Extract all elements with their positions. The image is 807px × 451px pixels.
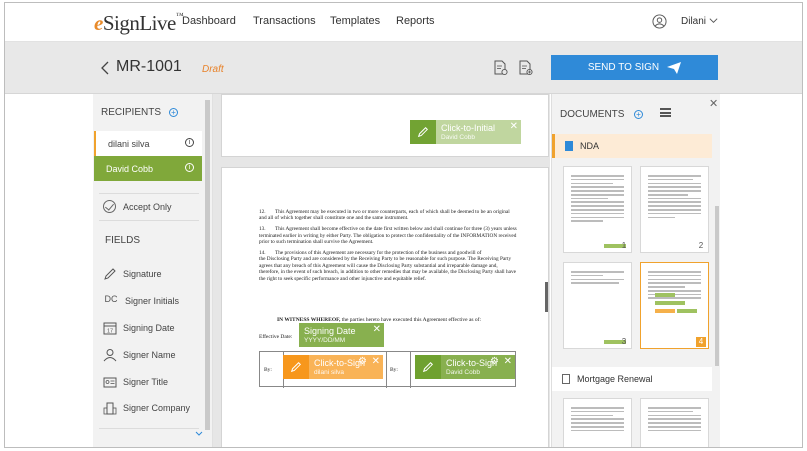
field-signature[interactable]: Signature — [103, 266, 162, 282]
fields-heading: FIELDS — [105, 235, 141, 246]
field-signer-title[interactable]: Signer Title — [103, 374, 168, 390]
agreement-text: 12. This Agreement may be executed in two… — [259, 209, 517, 282]
page-thumbnail-selected[interactable]: 4 — [640, 262, 709, 349]
status-badge: Draft — [202, 64, 224, 75]
documents-panel: ✕ DOCUMENTS + NDA 1 2 3 4 Mortgage Renew… — [551, 94, 720, 447]
canvas-scrollbar[interactable] — [545, 282, 548, 312]
document-page: 12. This Agreement may be executed in two… — [221, 167, 549, 447]
user-avatar-icon[interactable] — [652, 14, 667, 29]
add-recipient-plus-icon[interactable]: + — [169, 108, 178, 117]
recipients-heading: RECIPIENTS — [101, 107, 162, 118]
page-thumbnail[interactable] — [640, 398, 709, 447]
calendar-icon: 17 — [103, 322, 117, 335]
recipient-david-cobb[interactable]: David Cobb i — [94, 156, 202, 181]
accept-only-option[interactable]: Accept Only — [123, 202, 172, 212]
field-signer-name[interactable]: Signer Name — [103, 347, 176, 363]
document-group-nda[interactable]: NDA — [552, 134, 712, 158]
document-group-mortgage-renewal[interactable]: Mortgage Renewal — [552, 367, 712, 391]
nav-templates[interactable]: Templates — [330, 15, 380, 27]
list-view-icon[interactable] — [660, 108, 671, 117]
click-to-sign-field-dilani[interactable]: Click-to-Sign dilani silva ⚙ ✕ — [283, 355, 383, 379]
page-thumbnail[interactable]: 1 — [563, 166, 632, 253]
chevron-down-icon[interactable] — [708, 15, 719, 26]
nav-transactions[interactable]: Transactions — [253, 15, 316, 27]
field-signing-date[interactable]: 17 Signing Date — [103, 320, 175, 336]
app-window: eSignLive™ Dashboard Transactions Templa… — [4, 2, 803, 448]
transaction-title: MR-1001 — [116, 58, 182, 75]
send-to-sign-label: SEND TO SIGN — [587, 62, 660, 73]
recipient-name: dilani silva — [108, 138, 150, 149]
close-icon[interactable]: ✕ — [373, 324, 381, 335]
pen-icon — [104, 268, 116, 280]
document-page: Click-to-Initial David Cobb ✕ — [221, 94, 549, 157]
document-settings-icon[interactable] — [494, 60, 508, 76]
page-thumbnail[interactable]: 2 — [640, 166, 709, 253]
left-scrollbar[interactable] — [205, 100, 210, 430]
by-label: By: — [390, 367, 398, 373]
paper-plane-icon — [667, 61, 682, 74]
id-card-icon — [103, 377, 117, 388]
divider — [99, 220, 199, 221]
user-menu-name[interactable]: Dilani — [681, 16, 706, 27]
recipient-dilani-silva[interactable]: dilani silva i — [94, 131, 202, 156]
by-label: By: — [264, 367, 272, 373]
top-nav: eSignLive™ Dashboard Transactions Templa… — [5, 3, 802, 42]
documents-heading: DOCUMENTS — [560, 109, 625, 120]
field-signer-initials[interactable]: DC Signer Initials — [103, 293, 180, 309]
divider — [99, 428, 199, 429]
send-to-sign-button[interactable]: SEND TO SIGN — [551, 55, 718, 80]
click-to-sign-field-david[interactable]: Click-to-Sign David Cobb ⚙ ✕ — [415, 355, 515, 379]
pen-icon — [415, 355, 441, 379]
checkmark-circle-icon[interactable] — [103, 200, 116, 213]
back-chevron-icon[interactable] — [100, 61, 110, 75]
close-icon[interactable]: ✕ — [510, 121, 518, 132]
pen-icon — [283, 355, 309, 379]
transaction-header: MR-1001 Draft SEND TO SIGN — [5, 42, 802, 94]
close-icon[interactable]: ✕ — [372, 356, 380, 367]
documents-scrollbar[interactable] — [715, 206, 719, 366]
divider — [99, 193, 199, 194]
field-signer-company[interactable]: Signer Company — [103, 400, 190, 416]
building-icon — [103, 402, 117, 415]
info-icon[interactable]: i — [185, 138, 194, 147]
click-to-initial-field[interactable]: Click-to-Initial David Cobb ✕ — [410, 120, 521, 144]
nav-reports[interactable]: Reports — [396, 15, 435, 27]
document-canvas: Click-to-Initial David Cobb ✕ 12. This Ag… — [213, 94, 550, 447]
dc-icon: DC — [104, 294, 118, 304]
document-icon — [565, 141, 573, 151]
pen-icon — [410, 120, 436, 144]
gear-icon[interactable]: ⚙ — [490, 356, 499, 367]
person-icon — [103, 349, 117, 362]
close-icon[interactable]: ✕ — [504, 356, 512, 367]
left-panel: RECIPIENTS + dilani silva i David Cobb i… — [93, 94, 213, 447]
signing-date-field[interactable]: Signing Date YYYY/DD/MM ✕ — [299, 323, 384, 347]
add-document-plus-icon[interactable]: + — [634, 110, 643, 119]
page-thumbnail[interactable] — [563, 398, 632, 447]
document-icon — [562, 374, 570, 384]
nav-dashboard[interactable]: Dashboard — [182, 15, 236, 27]
document-add-icon[interactable] — [519, 60, 533, 76]
close-icon[interactable]: ✕ — [709, 97, 718, 110]
chevron-down-icon[interactable] — [195, 431, 203, 437]
page-thumbnail[interactable]: 3 — [563, 262, 632, 349]
info-icon[interactable]: i — [185, 163, 194, 172]
recipient-name: David Cobb — [106, 163, 154, 174]
gear-icon[interactable]: ⚙ — [358, 356, 367, 367]
svg-text:17: 17 — [107, 329, 113, 335]
effective-date-label: Effective Date: — [259, 334, 293, 340]
esignlive-logo[interactable]: eSignLive™ — [94, 11, 184, 36]
